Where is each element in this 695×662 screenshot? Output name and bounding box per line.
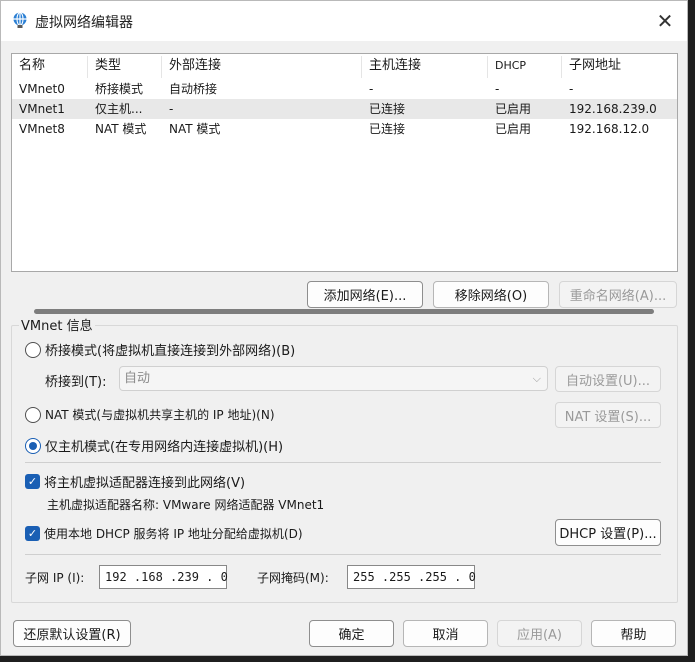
help-button[interactable]: 帮助 <box>591 620 676 647</box>
radio-circle-icon <box>25 406 41 423</box>
radio-circle-icon <box>25 341 41 358</box>
cell-external: - <box>169 102 174 116</box>
cell-dhcp: 已启用 <box>495 122 532 136</box>
cell-name: VMnet1 <box>19 102 65 116</box>
column-header-external[interactable]: 外部连接 <box>162 56 362 78</box>
cell-external: NAT 模式 <box>169 122 221 136</box>
dhcp-settings-button[interactable]: DHCP 设置(P)... <box>555 519 661 546</box>
divider <box>25 554 661 555</box>
nat-settings-button[interactable]: NAT 设置(S)... <box>555 402 661 428</box>
network-globe-icon <box>13 11 27 28</box>
table-row[interactable]: VMnet0 桥接模式 自动桥接 - - - <box>12 79 677 99</box>
cell-type: NAT 模式 <box>95 122 147 136</box>
connect-adapter-label: 将主机虚拟适配器连接到此网络(V) <box>44 476 246 491</box>
cell-external: 自动桥接 <box>169 82 218 96</box>
title-bar: 虚拟网络编辑器 ✕ <box>1 1 687 41</box>
remove-network-button[interactable]: 移除网络(O) <box>433 281 549 308</box>
virtual-network-editor-window: 虚拟网络编辑器 ✕ 名称 类型 外部连接 主机连接 DHCP 子网地址 VMne… <box>0 0 688 656</box>
bridge-to-value: 自动 <box>124 371 151 386</box>
column-header-type[interactable]: 类型 <box>88 56 162 78</box>
cell-subnet: - <box>569 82 574 96</box>
checkmark-icon: ✓ <box>25 474 40 489</box>
divider <box>25 462 661 463</box>
table-row[interactable]: VMnet8 NAT 模式 NAT 模式 已连接 已启用 192.168.12.… <box>12 119 677 139</box>
cell-type: 仅主机... <box>95 102 143 116</box>
cell-name: VMnet0 <box>19 82 65 96</box>
host-only-mode-radio[interactable]: 仅主机模式(在专用网络内连接虚拟机)(H) <box>25 436 283 455</box>
subnet-mask-input[interactable]: 255 .255 .255 . 0 <box>347 565 476 589</box>
cell-host: 已连接 <box>369 102 406 116</box>
host-only-mode-label: 仅主机模式(在专用网络内连接虚拟机)(H) <box>45 440 284 455</box>
column-header-subnet[interactable]: 子网地址 <box>562 56 677 78</box>
bridge-to-select[interactable]: 自动 ⌵ <box>119 366 548 391</box>
rename-network-button[interactable]: 重命名网络(A)... <box>559 281 677 308</box>
chevron-down-icon: ⌵ <box>532 372 541 385</box>
close-icon: ✕ <box>656 9 674 33</box>
cell-host: - <box>369 82 374 96</box>
column-header-host[interactable]: 主机连接 <box>362 56 488 78</box>
cell-subnet: 192.168.239.0 <box>569 102 657 116</box>
subnet-ip-label: 子网 IP (I): <box>25 571 85 585</box>
checkmark-icon: ✓ <box>25 526 40 541</box>
bridge-to-label: 桥接到(T): <box>45 375 107 390</box>
vmnet-info-title: VMnet 信息 <box>19 315 95 334</box>
subnet-ip-input[interactable]: 192 .168 .239 . 0 <box>99 565 228 589</box>
cell-type: 桥接模式 <box>95 82 144 96</box>
cell-dhcp: 已启用 <box>495 102 532 116</box>
bridged-mode-radio[interactable]: 桥接模式(将虚拟机直接连接到外部网络)(B) <box>25 340 295 359</box>
column-header-name[interactable]: 名称 <box>12 56 88 78</box>
auto-settings-button[interactable]: 自动设置(U)... <box>555 366 661 392</box>
subnet-mask-label: 子网掩码(M): <box>257 571 329 585</box>
network-table[interactable]: 名称 类型 外部连接 主机连接 DHCP 子网地址 VMnet0 桥接模式 自动… <box>11 53 678 314</box>
cancel-button[interactable]: 取消 <box>403 620 488 647</box>
apply-button[interactable]: 应用(A) <box>497 620 582 647</box>
cell-subnet: 192.168.12.0 <box>569 122 650 136</box>
dhcp-label: 使用本地 DHCP 服务将 IP 地址分配给虚拟机(D) <box>44 527 303 541</box>
adapter-name-text: 主机虚拟适配器名称: VMware 网络适配器 VMnet1 <box>47 498 325 512</box>
radio-selected-icon <box>25 437 41 454</box>
table-row-selected[interactable]: VMnet1 仅主机... - 已连接 已启用 192.168.239.0 <box>12 99 677 119</box>
nat-mode-label: NAT 模式(与虚拟机共享主机的 IP 地址)(N) <box>45 408 275 422</box>
window-title: 虚拟网络编辑器 <box>35 15 133 31</box>
connect-adapter-checkbox[interactable]: ✓ 将主机虚拟适配器连接到此网络(V) <box>25 472 245 491</box>
scrollbar-thumb[interactable] <box>34 309 654 314</box>
add-network-button[interactable]: 添加网络(E)... <box>307 281 423 308</box>
cell-host: 已连接 <box>369 122 406 136</box>
restore-defaults-button[interactable]: 还原默认设置(R) <box>13 620 131 647</box>
cell-dhcp: - <box>495 82 500 96</box>
dhcp-checkbox[interactable]: ✓ 使用本地 DHCP 服务将 IP 地址分配给虚拟机(D) <box>25 525 303 542</box>
ok-button[interactable]: 确定 <box>309 620 394 647</box>
nat-mode-radio[interactable]: NAT 模式(与虚拟机共享主机的 IP 地址)(N) <box>25 406 275 423</box>
column-header-dhcp[interactable]: DHCP <box>488 56 562 78</box>
bridged-mode-label: 桥接模式(将虚拟机直接连接到外部网络)(B) <box>45 344 296 359</box>
close-button[interactable]: ✕ <box>647 7 683 35</box>
cell-name: VMnet8 <box>19 122 65 136</box>
table-header: 名称 类型 外部连接 主机连接 DHCP 子网地址 <box>12 54 677 78</box>
